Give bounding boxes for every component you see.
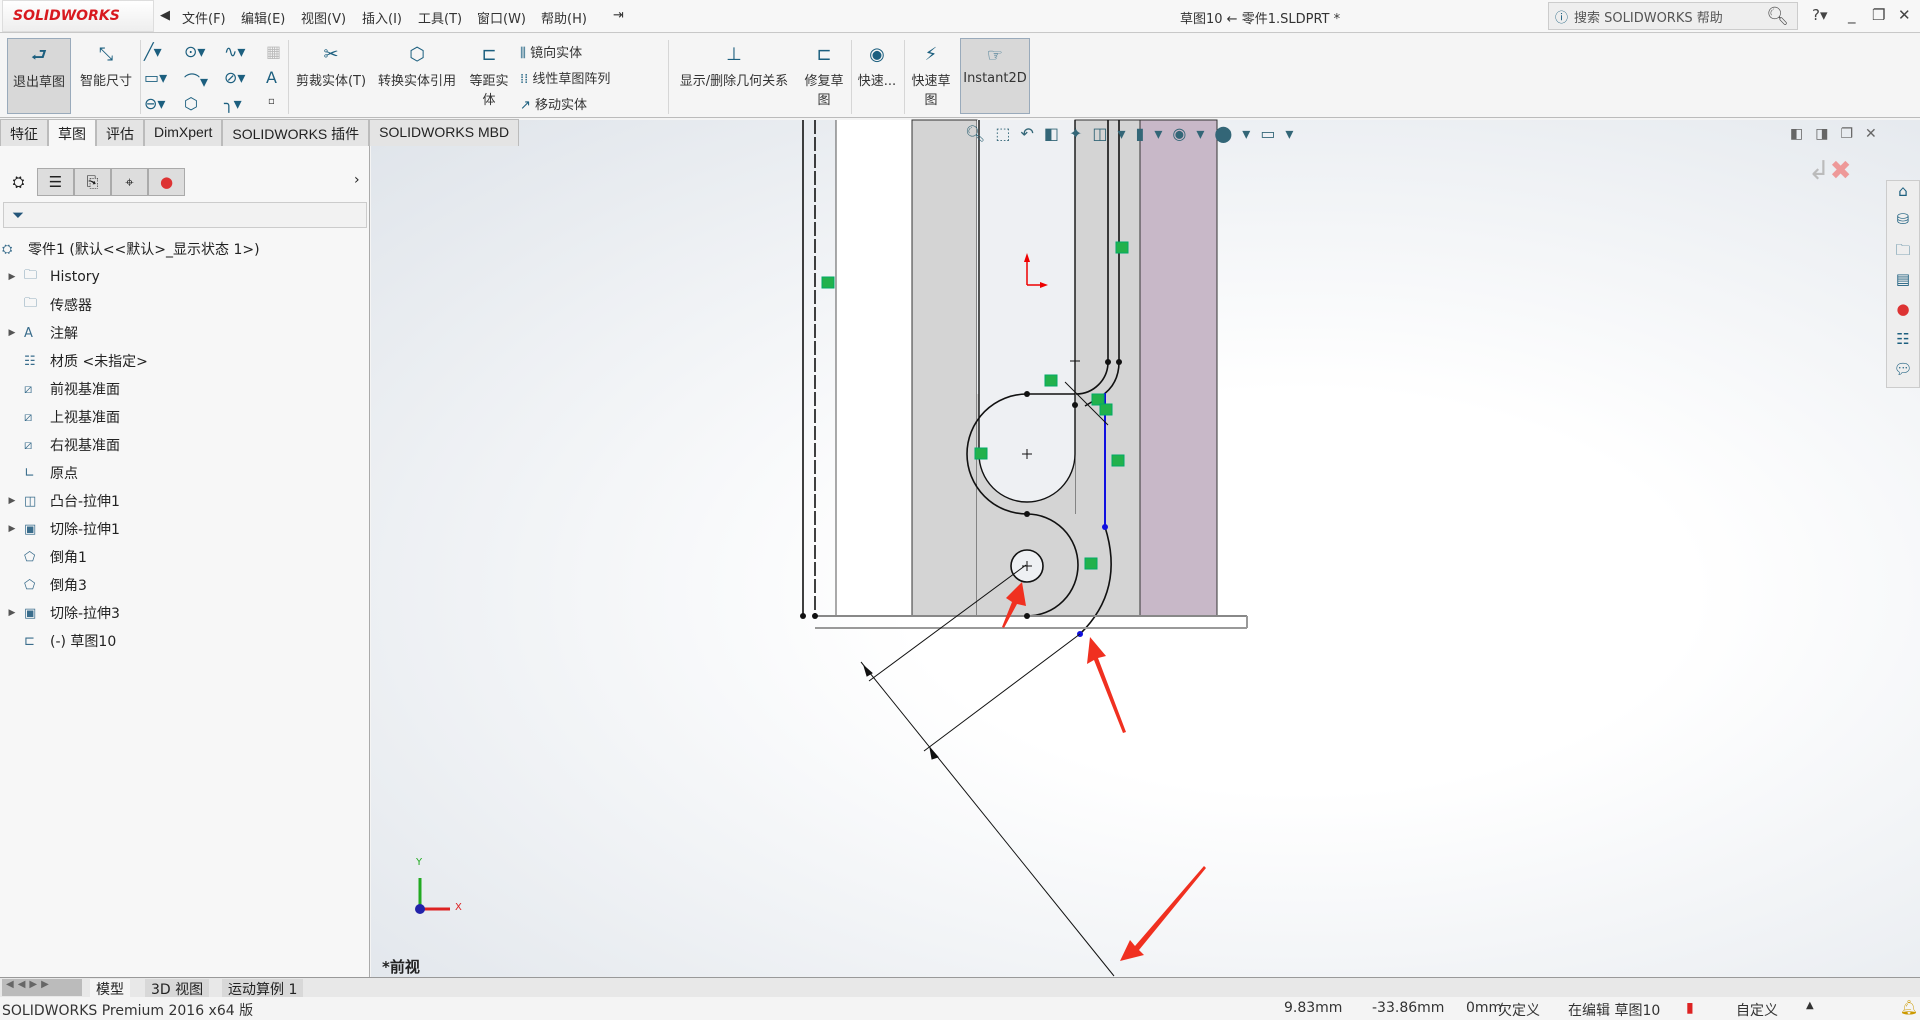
editing-status: 在编辑 草图10 [1568,1003,1661,1019]
inner-slot[interactable] [978,120,1076,503]
view-settings-icon[interactable]: ▭▾ [1260,124,1303,143]
status-bar: SOLIDWORKS Premium 2016 x64 版 9.83mm -33… [0,997,1920,1019]
tab-dimxpert[interactable]: DimXpert [144,119,223,146]
face-purple [1139,119,1218,617]
sketch-point[interactable] [1105,359,1111,365]
relation-marker-icon[interactable] [1084,557,1098,570]
y-coordinate: -33.86mm [1372,1000,1445,1016]
sketch-point[interactable] [1024,511,1030,517]
tab-features[interactable]: 特征 [0,119,48,146]
relation-marker-icon[interactable] [1115,241,1129,254]
viewport-window-controls: ◧◨❐✕ [1790,126,1889,142]
face-gray [911,119,978,617]
view-orientation-icon[interactable]: ◫▾ [1092,124,1135,143]
view-name: *前视 [382,958,420,976]
red-arrow [1087,637,1126,733]
viewport-next-icon[interactable]: ◨ [1815,126,1840,142]
face-white [836,120,912,616]
notification-icon[interactable]: 🔔︎ [1900,1000,1918,1016]
sketch-point[interactable] [1102,524,1108,530]
product-name: SOLIDWORKS Premium 2016 x64 版 [2,1003,254,1019]
command-tabs: 特征 草图 评估 DimXpert SOLIDWORKS 插件 SOLIDWOR… [0,119,520,146]
triad-x-label: X [455,902,462,913]
previous-view-icon[interactable]: ↶ [1020,124,1043,143]
rebuild-indicator-icon[interactable]: ▮ [1686,1000,1694,1016]
z-coordinate: 0mm [1466,1000,1503,1016]
section-view-icon[interactable]: ◧ [1044,124,1069,143]
extension-line[interactable] [923,633,1081,752]
appearance-icon[interactable]: ⬤▾ [1214,124,1260,143]
heads-up-toolbar: 🔍︎⬚↶◧✦◫▾▮▾◉▾⬤▾▭▾ [965,124,1303,143]
red-arrow [1120,866,1206,961]
sketch-point[interactable] [1072,402,1078,408]
relation-marker-icon[interactable] [821,276,835,289]
view-palette-icon[interactable]: ▤ [1890,270,1916,296]
appearances-icon[interactable]: ● [1890,300,1916,326]
tab-scroll-buttons[interactable]: ◀◀▶▶ [2,979,82,996]
relation-marker-icon[interactable] [1044,374,1058,387]
confirmation-corner[interactable]: ↲✖ [1808,156,1852,186]
viewport-close-icon[interactable]: ✕ [1865,126,1889,142]
dynamic-annotation-icon[interactable]: ✦ [1069,124,1092,143]
zoom-to-fit-icon[interactable]: 🔍︎ [965,124,995,143]
triad-y-label: Y [416,857,423,868]
x-coordinate: 9.83mm [1284,1000,1343,1016]
hide-show-icon[interactable]: ◉▾ [1172,124,1214,143]
triad [415,878,450,914]
vertical-relation-icon[interactable] [1111,454,1125,467]
tab-mbd[interactable]: SOLIDWORKS MBD [369,119,520,146]
sketch-point[interactable] [800,613,806,619]
display-style-icon[interactable]: ▮▾ [1136,124,1173,143]
viewport-prev-icon[interactable]: ◧ [1790,126,1815,142]
tab-motion-study[interactable]: 运动算例 1 [222,979,304,999]
dimension [860,564,1115,977]
sketch-point[interactable] [1024,613,1030,619]
units-dropdown-icon[interactable]: ▲ [1806,1000,1814,1011]
cancel-icon[interactable]: ✖ [1830,156,1852,186]
units-selector[interactable]: 自定义 [1736,1000,1778,1020]
sketch-point[interactable] [1024,391,1030,397]
tab-evaluate[interactable]: 评估 [96,119,144,146]
viewport-restore-icon[interactable]: ❐ [1840,126,1865,142]
custom-properties-icon[interactable]: ☷ [1890,330,1916,356]
home-icon[interactable]: ⌂ [1890,182,1916,208]
triad-origin [415,904,425,914]
sketch-point[interactable] [1116,359,1122,365]
dimension-line[interactable] [860,661,1115,977]
relation-marker-icon[interactable] [1091,393,1105,406]
tab-addins[interactable]: SOLIDWORKS 插件 [222,119,370,146]
design-library-icon[interactable]: ⛁ [1890,210,1916,236]
forum-icon[interactable]: 💬︎ [1890,360,1916,386]
relation-marker-icon[interactable] [974,447,988,460]
model-tabs-bar: ◀◀▶▶ 模型 3D 视图 运动算例 1 [0,977,1920,999]
definition-status: 欠定义 [1498,1003,1540,1019]
relation-marker-icon[interactable] [1099,403,1113,416]
annotation-arrows [1002,582,1206,961]
confirm-icon[interactable]: ↲ [1808,156,1830,186]
dimension-arrow [929,746,939,760]
tab-model[interactable]: 模型 [90,979,130,999]
zoom-area-icon[interactable]: ⬚ [995,124,1020,143]
sketch-canvas[interactable] [0,0,1920,1019]
sketch-point[interactable] [812,613,818,619]
tab-sketch[interactable]: 草图 [48,119,96,146]
tab-3d-views[interactable]: 3D 视图 [145,979,210,999]
file-explorer-icon[interactable]: 🗀 [1890,240,1916,266]
